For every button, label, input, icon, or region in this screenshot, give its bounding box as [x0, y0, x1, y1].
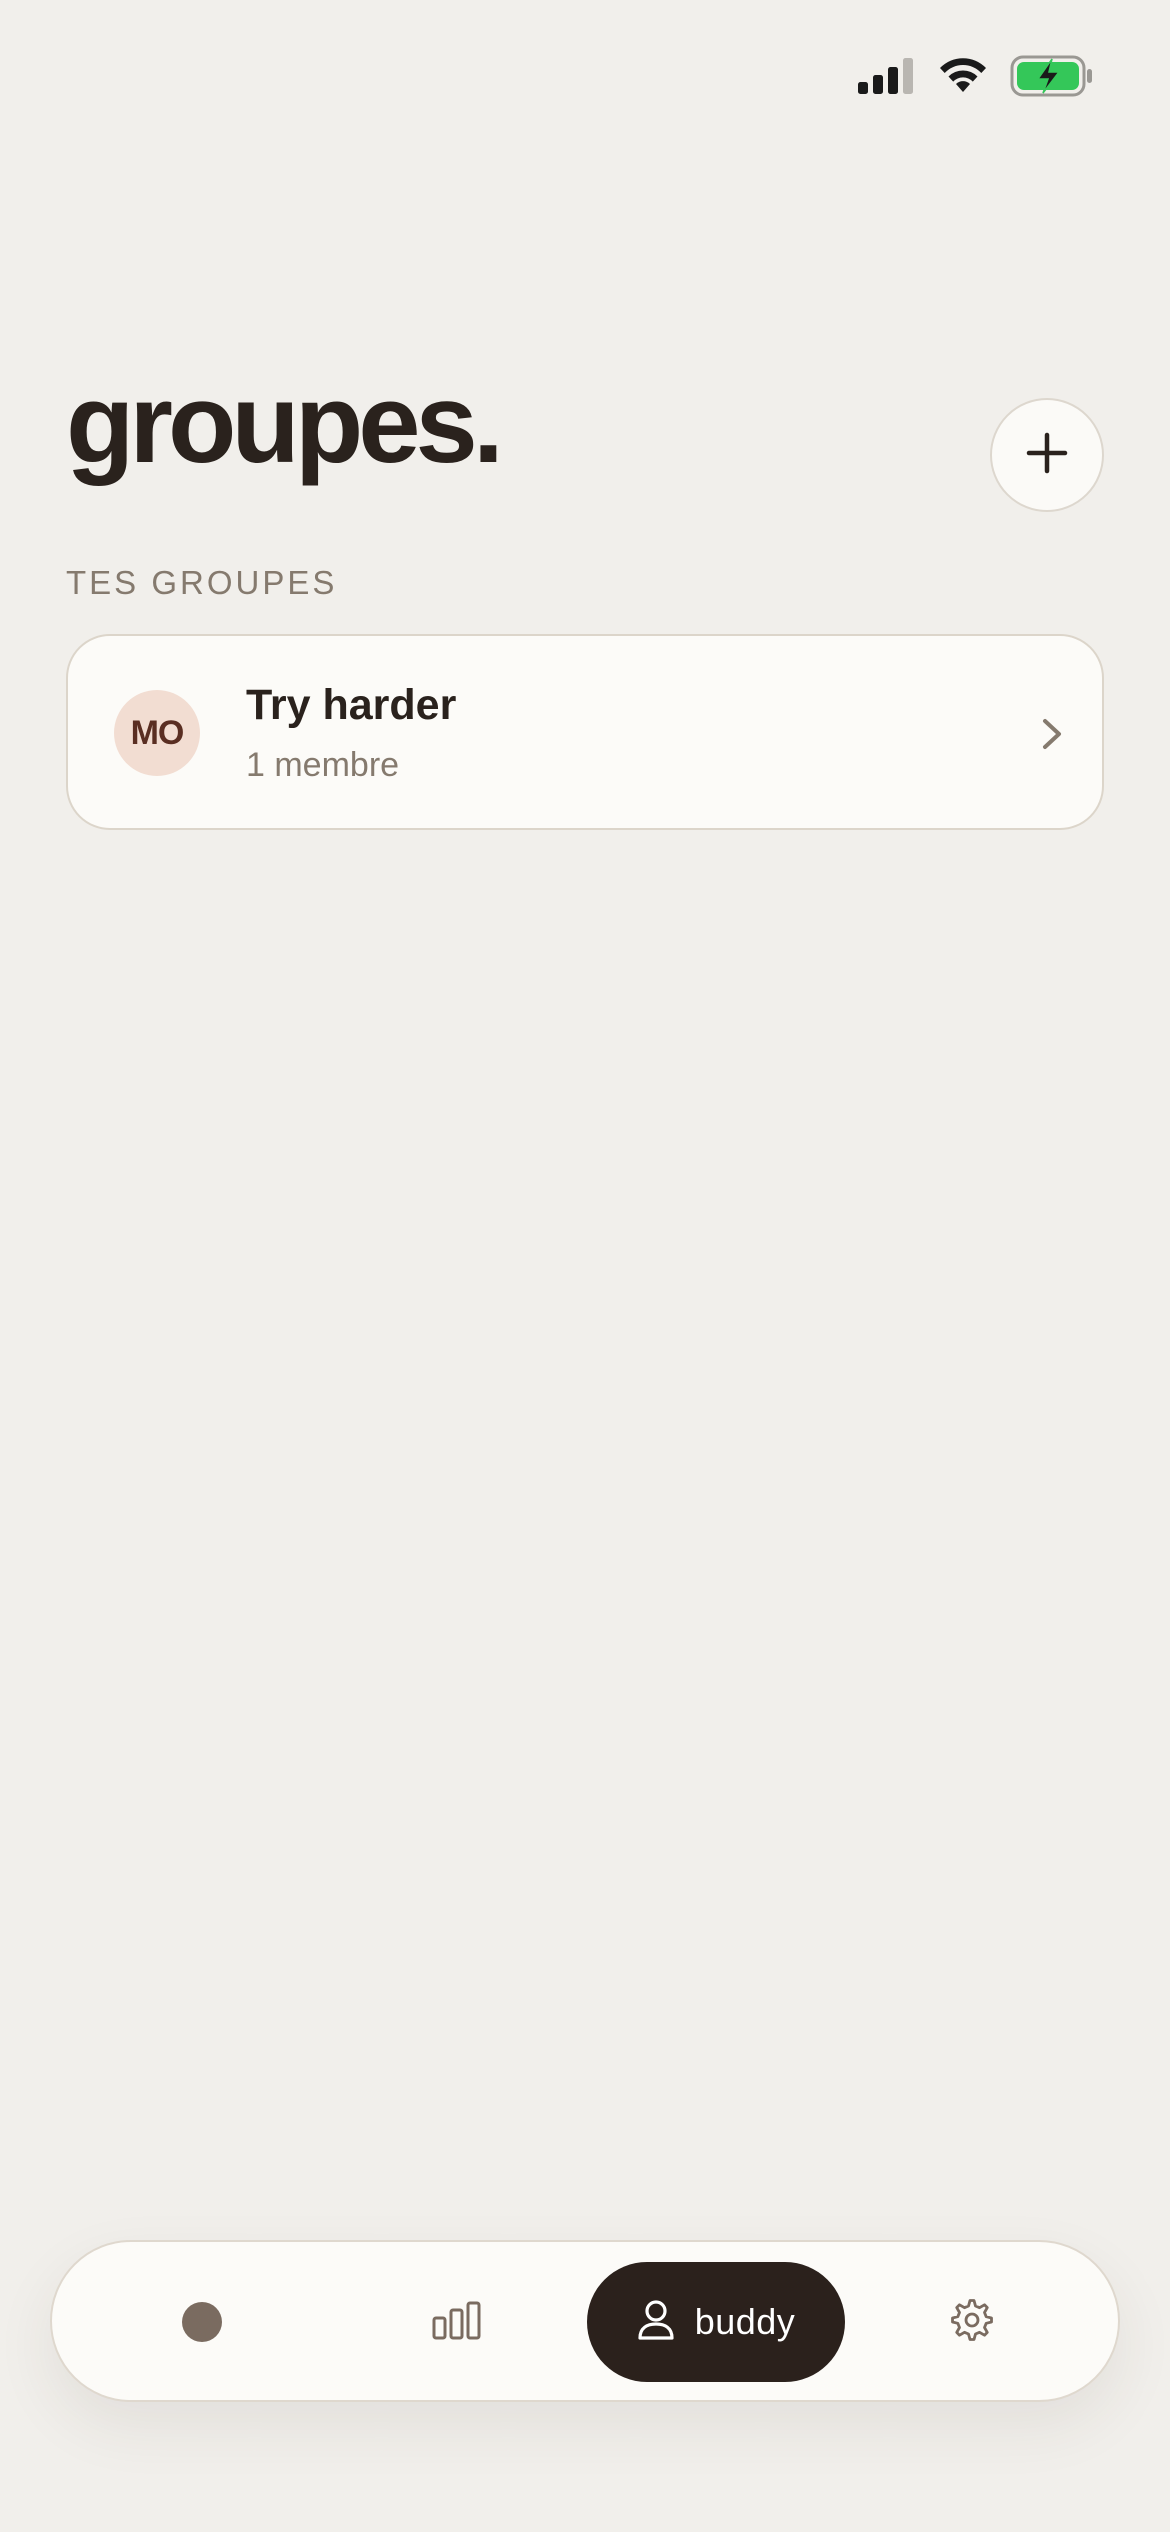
bottom-nav: buddy [50, 2240, 1120, 2402]
buddy-icon [637, 2299, 675, 2346]
cellular-signal-icon [856, 56, 916, 96]
page-title: groupes. [66, 361, 504, 486]
nav-today[interactable] [152, 2262, 252, 2382]
stats-icon [432, 2300, 482, 2345]
settings-icon [950, 2298, 994, 2347]
section-label: TES GROUPES [66, 564, 338, 601]
group-name: Try harder [246, 681, 457, 729]
nav-buddy[interactable]: buddy [587, 2262, 845, 2382]
screen: groupes. TES GROUPES MO Try harder 1 mem… [0, 0, 1170, 2532]
group-avatar: MO [114, 690, 200, 776]
battery-charging-icon [1010, 55, 1094, 97]
group-card[interactable]: MO Try harder 1 membre [66, 634, 1104, 830]
group-member-count: 1 membre [246, 746, 400, 784]
nav-stats[interactable] [407, 2262, 507, 2382]
nav-settings[interactable] [922, 2262, 1022, 2382]
wifi-icon [936, 56, 990, 96]
today-icon [182, 2302, 222, 2342]
chevron-right-icon [1040, 716, 1064, 757]
nav-buddy-label: buddy [694, 2301, 796, 2342]
add-group-button[interactable] [990, 398, 1104, 512]
status-bar [856, 52, 1094, 100]
plus-icon [1025, 431, 1069, 480]
